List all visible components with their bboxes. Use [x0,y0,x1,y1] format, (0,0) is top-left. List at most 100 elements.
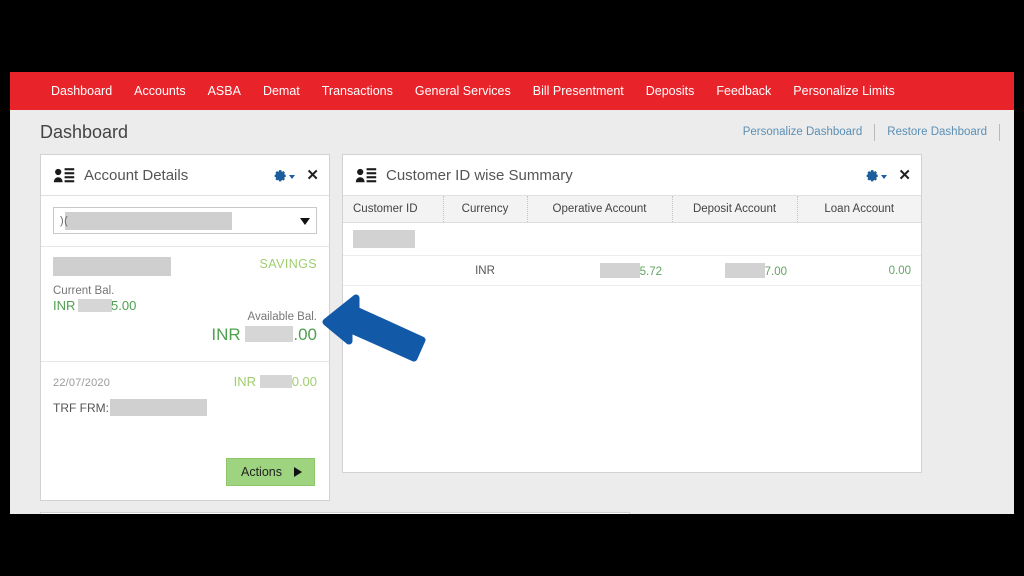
account-type-label: SAVINGS [259,257,317,271]
account-selector-row: )( [41,196,329,247]
table-body: INR 5.72 7.00 0.00 [343,222,921,286]
actions-button[interactable]: Actions [226,458,315,486]
cell-operative-account: 5.72 [527,255,672,286]
transaction-description: TRF FRM: [53,399,317,416]
account-details-footer: Actions [41,458,329,500]
nav-transactions[interactable]: Transactions [311,72,404,110]
nav-deposits[interactable]: Deposits [635,72,706,110]
actions-button-label: Actions [241,465,282,479]
cell-currency: INR [443,255,527,286]
account-select-value: )( [60,214,69,227]
table-row[interactable]: INR 5.72 7.00 0.00 [343,255,921,286]
customer-summary-tools: ✕ [866,168,911,183]
nav-asba[interactable]: ASBA [197,72,252,110]
account-balance-section: SAVINGS Current Bal. INR 5.00 Available … [41,247,329,362]
account-select-redaction [65,212,232,230]
close-icon[interactable]: ✕ [898,168,911,183]
transaction-description-label: TRF FRM: [53,400,109,415]
nav-accounts[interactable]: Accounts [123,72,196,110]
available-balance-redaction [245,326,294,342]
customer-summary-title: Customer ID wise Summary [386,166,573,184]
transaction-row: 22/07/2020 INR 0.00 [53,374,317,389]
header-actions: Personalize Dashboard Restore Dashboard [731,123,1000,141]
gear-icon[interactable] [866,169,888,182]
nav-general-services[interactable]: General Services [404,72,522,110]
account-details-panel-header: Account Details ✕ [41,155,329,196]
customer-id-redaction [353,230,415,248]
operative-account-redaction [599,263,640,278]
account-name-row: SAVINGS [53,257,317,276]
transaction-amount-redaction [259,375,292,388]
customer-summary-panel: Customer ID wise Summary ✕ Customer ID C… [342,154,922,473]
account-name-redaction [53,257,171,276]
cell-loan-account: 0.00 [797,255,921,286]
column-customer-id[interactable]: Customer ID [343,196,444,223]
main-navigation: Dashboard Accounts ASBA Demat Transactio… [10,72,1014,110]
column-loan-account[interactable]: Loan Account [797,196,921,223]
table-row[interactable] [343,222,921,256]
current-balance-value: INR 5.00 [53,298,136,313]
current-balance-amount: 5.00 [111,298,137,313]
recent-transaction-section: 22/07/2020 INR 0.00 TRF FRM: [41,362,329,458]
contact-card-icon [53,167,75,184]
account-details-title: Account Details [84,166,189,184]
column-deposit-account[interactable]: Deposit Account [672,196,798,223]
close-icon[interactable]: ✕ [306,168,319,183]
available-balance-value: INR .00 [53,325,317,345]
account-details-tools: ✕ [274,168,319,183]
nav-personalize-limits[interactable]: Personalize Limits [782,72,905,110]
nav-bill-presentment[interactable]: Bill Presentment [522,72,635,110]
nav-feedback[interactable]: Feedback [705,72,782,110]
column-currency[interactable]: Currency [443,196,528,223]
deposit-accounts-panel-header: Deposit Accounts ✕ [41,513,629,514]
cell-loan-account [797,222,921,256]
chevron-down-icon [289,175,296,179]
personalize-dashboard-link[interactable]: Personalize Dashboard [731,126,875,138]
cell-deposit-account: 7.00 [672,255,797,286]
table-header-row: Customer ID Currency Operative Account D… [343,196,921,223]
available-balance-amount: .00 [293,325,317,344]
nav-dashboard[interactable]: Dashboard [40,72,123,110]
transaction-amount-value: 0.00 [291,374,317,389]
dashboard-row-1: Account Details ✕)(SAVINGS Current Bal… [40,154,1000,501]
play-triangle-icon [294,467,302,477]
deposit-account-value: 7.00 [764,266,787,278]
nav-demat[interactable]: Demat [252,72,311,110]
dashboard-area: Account Details ✕)(SAVINGS Current Bal… [10,154,1014,514]
customer-summary-table: Customer ID Currency Operative Account D… [343,196,921,286]
restore-dashboard-link[interactable]: Restore Dashboard [875,126,999,138]
transaction-date: 22/07/2020 [53,377,111,389]
dashboard-row-2: Deposit Accounts ✕ [40,512,1000,514]
current-balance-redaction [78,299,113,312]
deposit-accounts-panel: Deposit Accounts ✕ [40,512,630,514]
account-select[interactable]: )( [53,207,317,234]
transaction-description-redaction [110,399,207,416]
transaction-amount: INR 0.00 [234,374,317,389]
current-balance-currency: INR [53,298,76,313]
gear-icon[interactable] [274,169,296,182]
available-balance-block: Available Bal. INR .00 [53,311,317,345]
cell-deposit-account [672,222,797,256]
account-details-panel: Account Details ✕)(SAVINGS Current Bal… [40,154,330,501]
operative-account-value: 5.72 [639,266,662,278]
cell-currency [443,222,527,256]
chevron-down-icon [300,218,310,225]
cell-operative-account [527,222,672,256]
available-balance-currency: INR [211,325,241,344]
cell-customer-id [343,222,443,256]
table-empty-space [343,286,921,472]
cell-customer-id [343,255,443,286]
current-balance-label: Current Bal. [53,285,115,297]
screen: Dashboard Accounts ASBA Demat Transactio… [0,0,1024,576]
browser-viewport: Dashboard Accounts ASBA Demat Transactio… [10,72,1014,514]
column-operative-account[interactable]: Operative Account [527,196,673,223]
chevron-down-icon [881,175,888,179]
customer-summary-panel-header: Customer ID wise Summary ✕ [343,155,921,196]
header-divider-2 [999,123,1000,141]
contact-card-icon [355,167,377,184]
table-header: Customer ID Currency Operative Account D… [343,196,921,223]
transaction-currency: INR [233,374,257,389]
page-title: Dashboard [40,121,129,142]
page-header-bar: Dashboard Personalize Dashboard Restore … [10,110,1014,154]
deposit-account-redaction [724,263,765,278]
